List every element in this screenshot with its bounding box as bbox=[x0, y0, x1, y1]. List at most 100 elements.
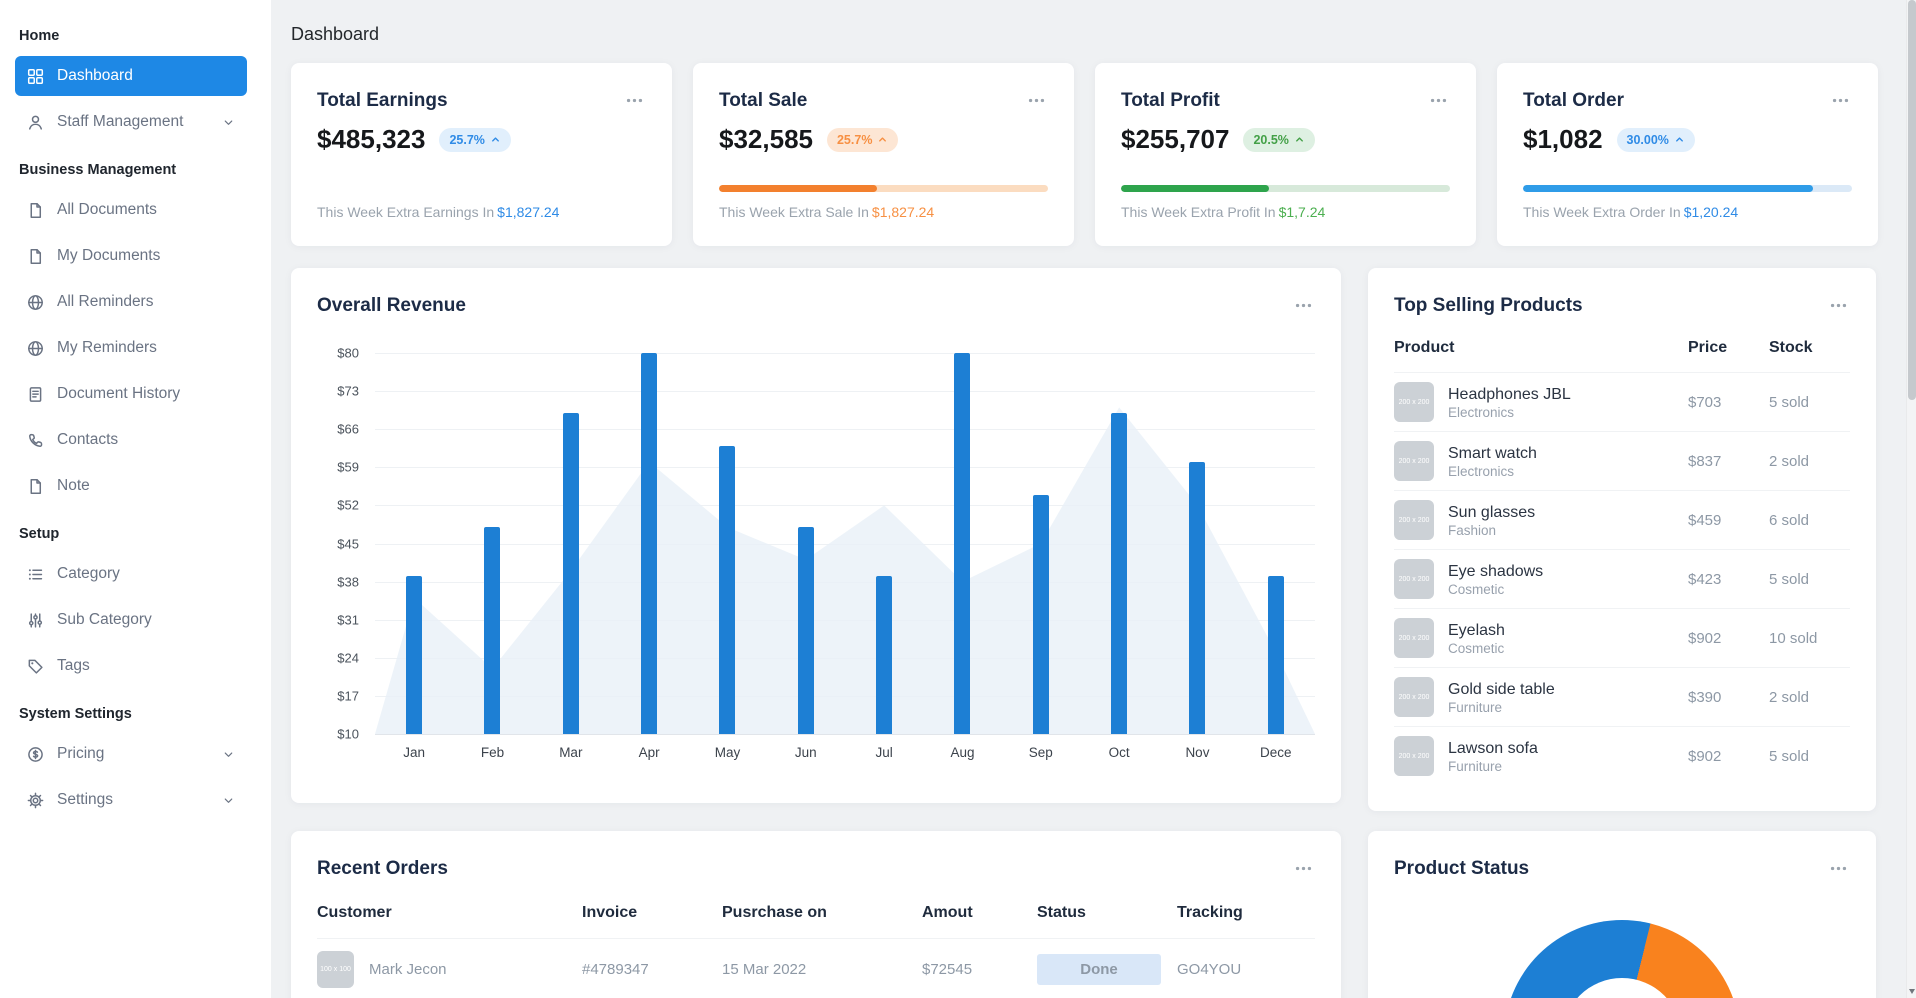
card-menu-button[interactable] bbox=[1829, 89, 1852, 112]
sidebar-item-note[interactable]: Note bbox=[15, 466, 247, 506]
bar-may bbox=[719, 445, 736, 734]
phone-icon bbox=[27, 432, 44, 449]
product-stock: 5 sold bbox=[1769, 570, 1810, 588]
card-menu-button[interactable] bbox=[623, 89, 646, 112]
sidebar-item-category[interactable]: Category bbox=[15, 554, 247, 594]
product-stock: 5 sold bbox=[1769, 393, 1810, 411]
scrollbar[interactable] bbox=[1906, 0, 1916, 998]
sidebar-item-settings[interactable]: Settings bbox=[15, 780, 247, 820]
stat-badge: 25.7% bbox=[439, 127, 511, 152]
sidebar-item-document-history[interactable]: Document History bbox=[15, 374, 247, 414]
stat-progress-fill bbox=[1121, 185, 1270, 192]
x-tick-label: Dece bbox=[1260, 745, 1292, 760]
card-menu-button[interactable] bbox=[1292, 294, 1315, 317]
stat-progress-fill bbox=[719, 185, 877, 192]
column-header: Price bbox=[1688, 339, 1728, 356]
products-table-header: Product Price Stock bbox=[1394, 339, 1850, 373]
sidebar-section-business-management: Business Management bbox=[19, 162, 177, 178]
x-tick-label: May bbox=[714, 745, 741, 760]
product-thumbnail: 200 x 200 bbox=[1394, 677, 1434, 717]
product-thumbnail: 200 x 200 bbox=[1394, 441, 1434, 481]
product-stock: 5 sold bbox=[1769, 747, 1810, 765]
card-menu-button[interactable] bbox=[1827, 857, 1850, 880]
column-header: Customer bbox=[317, 904, 392, 921]
sidebar-item-tags[interactable]: Tags bbox=[15, 646, 247, 686]
stat-title: Total Sale bbox=[719, 89, 808, 111]
product-thumbnail: 200 x 200 bbox=[1394, 500, 1434, 540]
column-header: Stock bbox=[1769, 339, 1813, 356]
sidebar-section-setup: Setup bbox=[19, 526, 60, 542]
stat-badge: 20.5% bbox=[1243, 127, 1315, 152]
order-invoice: #4789347 bbox=[582, 961, 649, 978]
dots-icon bbox=[1831, 91, 1850, 110]
bar-sep bbox=[1032, 494, 1049, 734]
sidebar-item-all-reminders[interactable]: All Reminders bbox=[15, 282, 247, 322]
main-content: Dashboard Total Earnings $485,323 25.7% bbox=[271, 0, 1916, 998]
column-header: Amout bbox=[922, 904, 973, 921]
card-menu-button[interactable] bbox=[1427, 89, 1450, 112]
down-arrow-icon bbox=[1909, 988, 1915, 994]
product-category: Furniture bbox=[1448, 758, 1503, 774]
stat-note: This Week Extra Profit In $1,7.24 bbox=[1121, 204, 1326, 220]
sidebar-item-sub-category[interactable]: Sub Category bbox=[15, 600, 247, 640]
sidebar-item-label: Settings bbox=[57, 791, 114, 808]
card-title: Product Status bbox=[1394, 857, 1530, 879]
y-tick-label: $31 bbox=[337, 612, 359, 628]
table-row: 200 x 200 Smart watch Electronics $837 2 … bbox=[1394, 432, 1850, 491]
dots-icon bbox=[1294, 296, 1313, 315]
sidebar-item-label: Contacts bbox=[57, 431, 119, 448]
stat-title: Total Profit bbox=[1121, 89, 1220, 111]
stat-note-amount: $1,20.24 bbox=[1683, 204, 1739, 220]
bar-jan bbox=[406, 576, 423, 734]
product-price: $837 bbox=[1688, 452, 1722, 470]
table-row: 200 x 200 Gold side table Furniture $390 … bbox=[1394, 668, 1850, 727]
product-thumbnail: 200 x 200 bbox=[1394, 618, 1434, 658]
product-name: Eyelash bbox=[1448, 621, 1505, 639]
card-title: Recent Orders bbox=[317, 857, 448, 879]
sidebar-item-staff-management[interactable]: Staff Management bbox=[15, 102, 247, 142]
sidebar-item-dashboard[interactable]: Dashboard bbox=[15, 56, 247, 96]
history-icon bbox=[27, 386, 44, 403]
card-menu-button[interactable] bbox=[1025, 89, 1048, 112]
y-tick-label: $10 bbox=[337, 726, 359, 742]
card-menu-button[interactable] bbox=[1292, 857, 1315, 880]
table-row: 200 x 200 Eyelash Cosmetic $902 10 sold bbox=[1394, 609, 1850, 668]
stat-badge: 30.00% bbox=[1616, 127, 1695, 152]
product-price: $902 bbox=[1688, 629, 1722, 647]
product-thumbnail: 200 x 200 bbox=[1394, 382, 1434, 422]
sidebar-item-my-reminders[interactable]: My Reminders bbox=[15, 328, 247, 368]
table-row: 200 x 200 Eye shadows Cosmetic $423 5 sol… bbox=[1394, 550, 1850, 609]
card-title: Top Selling Products bbox=[1394, 294, 1583, 316]
pricing-icon bbox=[27, 746, 44, 763]
order-purchase-date: 15 Mar 2022 bbox=[722, 961, 807, 978]
product-thumbnail: 200 x 200 bbox=[1394, 559, 1434, 599]
scroll-down-button[interactable] bbox=[1907, 986, 1916, 996]
orders-table-header: Customer Invoice Pusrchase on Amout Stat… bbox=[317, 904, 1315, 939]
stat-card-total-sale: Total Sale $32,585 25.7% This Week Extra… bbox=[693, 63, 1074, 246]
dashboard-icon bbox=[27, 68, 44, 85]
sidebar-item-my-documents[interactable]: My Documents bbox=[15, 236, 247, 276]
progress-bar bbox=[1523, 185, 1852, 192]
card-menu-button[interactable] bbox=[1827, 294, 1850, 317]
progress-bar bbox=[1121, 185, 1450, 192]
sidebar-item-contacts[interactable]: Contacts bbox=[15, 420, 247, 460]
sidebar-item-label: All Documents bbox=[57, 201, 157, 218]
tag-icon bbox=[27, 658, 44, 675]
sidebar-section-system-settings: System Settings bbox=[19, 706, 132, 722]
product-price: $390 bbox=[1688, 688, 1722, 706]
x-tick-label: Feb bbox=[480, 745, 505, 760]
y-tick-label: $59 bbox=[337, 459, 359, 475]
product-price: $902 bbox=[1688, 747, 1722, 765]
stat-note: This Week Extra Order In $1,20.24 bbox=[1523, 204, 1739, 220]
revenue-x-axis: Jan Feb Mar Apr May Jun Jul Aug Sep Oct Nov Dece bbox=[375, 745, 1315, 760]
sidebar-item-pricing[interactable]: Pricing bbox=[15, 734, 247, 774]
customer-name: Mark Jecon bbox=[369, 961, 447, 978]
y-tick-label: $73 bbox=[337, 383, 359, 399]
scrollbar-thumb[interactable] bbox=[1908, 0, 1916, 400]
globe-icon bbox=[27, 340, 44, 357]
dots-icon bbox=[1027, 91, 1046, 110]
y-tick-label: $45 bbox=[337, 536, 359, 551]
sidebar-item-all-documents[interactable]: All Documents bbox=[15, 190, 247, 230]
x-tick-label: Mar bbox=[559, 745, 583, 760]
bar-jul bbox=[876, 576, 893, 734]
